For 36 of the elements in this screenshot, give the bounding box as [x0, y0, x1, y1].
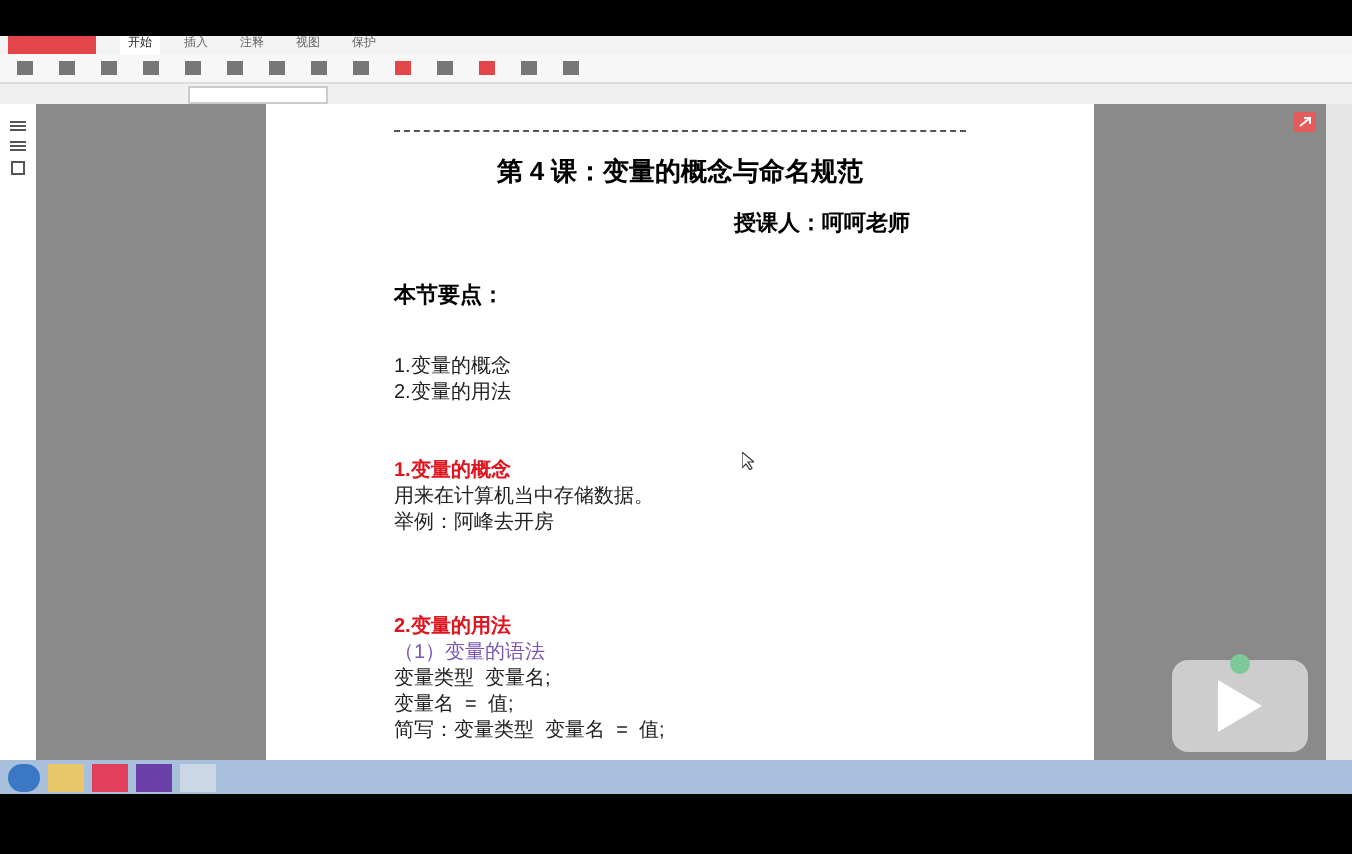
text-line: 1.变量的概念 — [394, 458, 511, 484]
toolbar-icon[interactable] — [520, 60, 538, 76]
text-line: 2.变量的用法 — [394, 614, 511, 640]
toolbar-icon[interactable] — [142, 60, 160, 76]
toolbar-icon[interactable] — [562, 60, 580, 76]
cursor-icon — [742, 452, 754, 470]
text-line: 变量名 = 值; — [394, 692, 514, 718]
toolbar-icon[interactable] — [268, 60, 286, 76]
text-line: 举例：阿峰去开房 — [394, 510, 554, 536]
toolbar-icon[interactable] — [436, 60, 454, 76]
toolbar-icon[interactable] — [100, 60, 118, 76]
app-icon[interactable] — [92, 763, 128, 791]
toolbar-icon[interactable] — [352, 60, 370, 76]
toolbar-icon[interactable] — [226, 60, 244, 76]
text-line: 简写：变量类型 变量名 = 值; — [394, 718, 665, 744]
start-button[interactable] — [8, 763, 40, 791]
document-title: 第 4 课：变量的概念与命名规范 — [494, 154, 866, 190]
pages-icon[interactable] — [10, 160, 26, 176]
text-line: （1）变量的语法 — [394, 640, 546, 666]
app-icon[interactable] — [136, 763, 172, 791]
text-line: 用来在计算机当中存储数据。 — [394, 484, 654, 510]
text-line: 1.变量的概念 — [394, 354, 511, 380]
text-line: 变量类型 变量名; — [394, 666, 551, 692]
toolbar-icon[interactable] — [184, 60, 202, 76]
toolbar-icon[interactable] — [16, 60, 34, 76]
toolbar-icon[interactable] — [478, 60, 496, 76]
list-icon[interactable] — [10, 140, 26, 152]
list-icon[interactable] — [10, 120, 26, 132]
text-line: 2.变量的用法 — [394, 380, 511, 406]
toolbar-icon[interactable] — [394, 60, 412, 76]
scrollbar[interactable] — [1326, 104, 1352, 760]
toolbar-icon[interactable] — [310, 60, 328, 76]
toolbar-icon[interactable] — [58, 60, 76, 76]
author-line: 授课人：呵呵老师 — [731, 209, 910, 239]
section-heading: 本节要点： — [394, 284, 504, 312]
share-icon[interactable] — [1294, 112, 1316, 132]
